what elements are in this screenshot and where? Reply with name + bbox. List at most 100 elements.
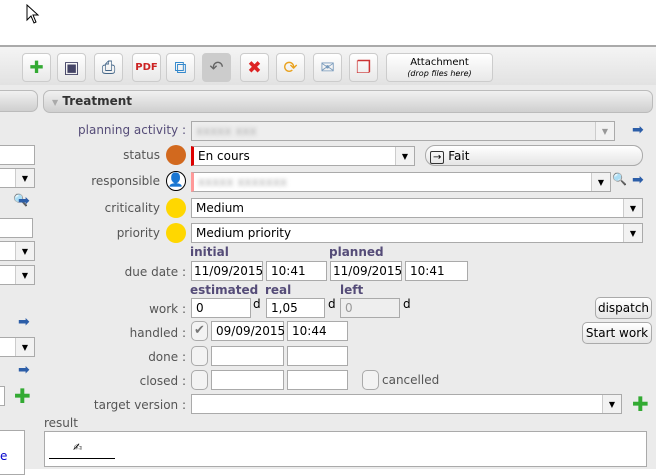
status-next-label: Fait [448, 149, 470, 163]
left-field-2[interactable] [0, 218, 33, 238]
criticality-select[interactable]: Medium ▼ [191, 198, 643, 218]
left-partial-text: e [0, 449, 8, 463]
closed-time-input[interactable] [287, 370, 348, 390]
refresh-button[interactable]: ⟳ [276, 53, 305, 82]
email-icon: ✉ [320, 57, 335, 78]
left-label: left [340, 283, 364, 297]
print-button[interactable]: ⎙ [94, 53, 123, 82]
target-version-label: target version : [93, 398, 186, 412]
initial-date-input[interactable]: 11/09/2015 [191, 261, 263, 281]
left-field-1[interactable] [0, 145, 35, 165]
cancelled-checkbox[interactable] [362, 370, 379, 390]
handled-checkbox[interactable]: ✔ [191, 321, 208, 341]
handled-time-input[interactable]: 10:44 [287, 321, 348, 341]
closed-checkbox[interactable] [191, 370, 208, 390]
editor-underline [49, 458, 115, 459]
work-label: work : [149, 302, 186, 316]
closed-label: closed : [139, 374, 186, 388]
attachment-button[interactable]: Attachment (drop files here) [386, 53, 493, 82]
toolbar: ✚ ▣ ⎙ PDF ⧉ ↶ ✖ ⟳ ✉ ❐ Attachment (drop f… [0, 45, 656, 85]
multi-save-button[interactable]: ❐ [349, 53, 378, 82]
responsible-select[interactable]: xxxxx xxxxxxx ▼ [191, 172, 611, 192]
done-time-input[interactable] [287, 346, 348, 366]
chevron-down-icon: ▼ [595, 122, 614, 140]
handled-date-input[interactable]: 09/09/2015 [211, 321, 285, 341]
transition-icon: → [430, 151, 445, 164]
estimated-work-input[interactable]: 0 [191, 298, 251, 318]
attachment-hint: (drop files here) [407, 68, 472, 78]
goto-arrow-icon[interactable]: ➡ [18, 362, 30, 378]
left-select-3[interactable]: ▼ [0, 265, 35, 285]
mouse-cursor-icon [26, 4, 40, 24]
real-label: real [265, 283, 292, 297]
add-icon[interactable]: ✚ [632, 394, 649, 414]
goto-arrow-icon[interactable]: ➡ [632, 172, 644, 188]
priority-value: Medium priority [196, 226, 292, 240]
print-icon: ⎙ [101, 57, 116, 78]
refresh-icon: ⟳ [283, 57, 298, 78]
planned-date-input[interactable]: 11/09/2015 [330, 261, 402, 281]
save-icon: ▣ [63, 57, 80, 78]
left-select-2[interactable]: ▼ [0, 241, 35, 261]
criticality-color-dot [166, 198, 186, 218]
save-button[interactable]: ▣ [57, 53, 86, 82]
chevron-down-icon: ▼ [602, 395, 621, 413]
search-icon[interactable]: 🔍 [612, 172, 627, 186]
planned-time-input[interactable]: 10:41 [405, 261, 468, 281]
chevron-down-icon: ▼ [15, 266, 34, 284]
chevron-down-icon: ▼ [15, 169, 34, 187]
new-icon: ✚ [29, 57, 44, 78]
closed-date-input[interactable] [211, 370, 284, 390]
status-label: status [123, 148, 160, 162]
initial-label: initial [190, 245, 229, 259]
unit-label: d [403, 297, 411, 311]
collapse-icon: ▼ [52, 98, 59, 107]
chevron-down-icon: ▼ [395, 147, 414, 165]
initial-time-input[interactable]: 10:41 [266, 261, 327, 281]
delete-button[interactable]: ✖ [240, 53, 269, 82]
left-select-1[interactable]: ▼ [0, 168, 35, 188]
handled-label: handled : [129, 326, 186, 340]
left-section-header[interactable] [0, 90, 38, 112]
start-work-button[interactable]: Start work [582, 322, 652, 344]
pdf-icon: PDF [135, 62, 158, 73]
unit-label: d [328, 297, 336, 311]
undo-button[interactable]: ↶ [202, 53, 231, 82]
estimated-label: estimated [190, 283, 259, 297]
goto-arrow-icon[interactable]: ➡ [18, 314, 30, 330]
left-field-3[interactable] [0, 386, 5, 406]
done-checkbox[interactable] [191, 346, 208, 366]
status-select[interactable]: En cours ▼ [191, 146, 415, 166]
left-text-area[interactable]: e [0, 430, 25, 475]
email-button[interactable]: ✉ [313, 53, 342, 82]
result-editor[interactable]: ✍ [44, 431, 647, 467]
done-date-input[interactable] [211, 346, 284, 366]
goto-arrow-icon[interactable]: ➡ [632, 122, 644, 138]
copy-icon: ⧉ [174, 57, 187, 78]
left-select-4[interactable]: ▼ [0, 337, 35, 357]
planning-activity-select[interactable]: xxxxx xxx ▼ [191, 121, 615, 141]
status-color-dot [166, 145, 186, 165]
edit-icon: ✍ [73, 441, 83, 454]
priority-select[interactable]: Medium priority ▼ [191, 223, 643, 243]
status-value: En cours [198, 149, 250, 163]
criticality-value: Medium [196, 201, 244, 215]
goto-arrow-icon[interactable]: ➡ [18, 193, 30, 209]
result-label: result [44, 416, 78, 430]
dispatch-button[interactable]: dispatch [595, 297, 652, 319]
status-next-button[interactable]: → Fait [425, 145, 643, 166]
target-version-select[interactable]: ▼ [191, 394, 622, 414]
left-work-input: 0 [340, 298, 400, 318]
chevron-down-icon: ▼ [15, 242, 34, 260]
priority-color-dot [166, 223, 186, 243]
due-date-label: due date : [124, 265, 186, 279]
main-area: ▼ 🔍 ➡ ▼ ▼ ➡ ▼ ➡ ✚ e ▼ Treatment planning… [0, 85, 656, 475]
real-work-input[interactable]: 1,05 [266, 298, 325, 318]
pdf-button[interactable]: PDF [132, 53, 161, 82]
add-icon[interactable]: ✚ [14, 386, 31, 406]
new-button[interactable]: ✚ [22, 53, 51, 82]
copy-button[interactable]: ⧉ [166, 53, 195, 82]
unit-label: d [253, 297, 261, 311]
treatment-section-header[interactable]: ▼ Treatment [43, 90, 653, 113]
chevron-down-icon: ▼ [591, 173, 610, 191]
